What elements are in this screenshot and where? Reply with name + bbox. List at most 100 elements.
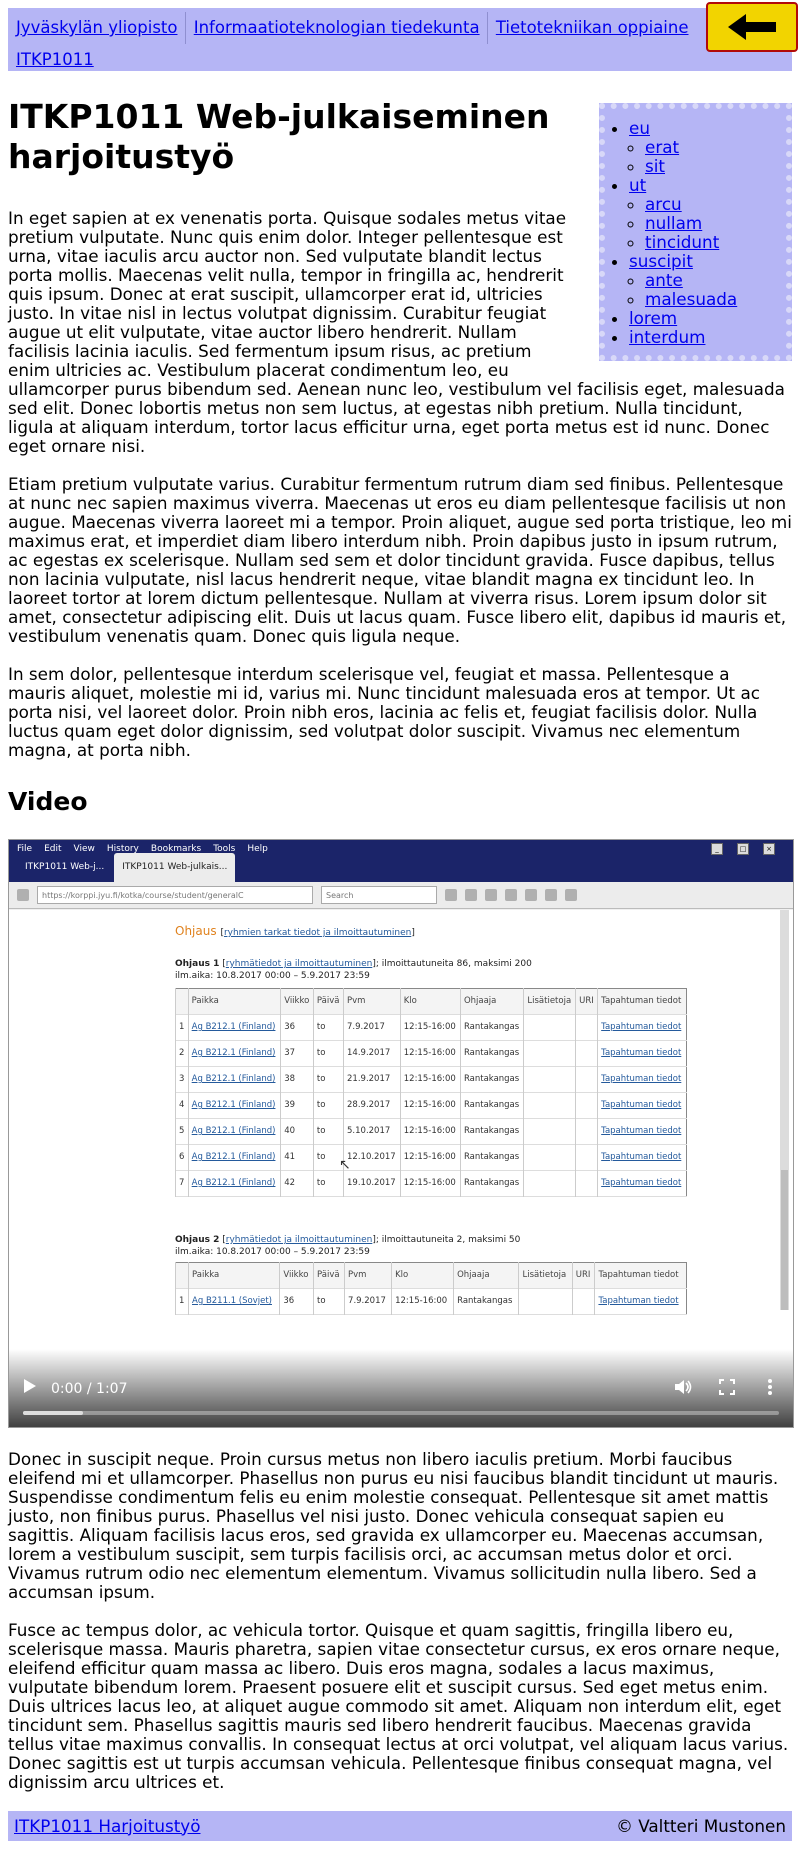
nav-item[interactable]: lorem	[629, 309, 786, 328]
close-icon: ×	[763, 843, 775, 855]
table-cell: 4	[175, 1092, 189, 1119]
table-cell: Rantakangas	[453, 1288, 519, 1315]
table-header-cell: Tapahtuman tiedot	[594, 1262, 687, 1289]
nav-subitem[interactable]: nullam	[645, 214, 786, 233]
group-info: ; ilmoittautuneita 86, maksimi 200	[375, 959, 532, 969]
back-button[interactable]	[706, 2, 798, 52]
group-period: ilm.aika: 10.8.2017 00:00 – 5.9.2017 23:…	[175, 971, 370, 981]
nav-link-eu[interactable]: eu	[629, 118, 650, 138]
breadcrumb-link[interactable]: Informaatioteknologian tiedekunta	[194, 18, 480, 37]
breadcrumb-item-university[interactable]: Jyväskylän yliopisto	[16, 12, 177, 44]
table-header-cell: Klo	[399, 988, 461, 1015]
browser-tabs: ITKP1011 Web-j... ITKP1011 Web-julkais..…	[9, 853, 793, 882]
table-cell: Tapahtuman tiedot	[597, 1118, 687, 1145]
table-header-cell	[174, 1262, 189, 1289]
table-cell: 41	[280, 1144, 314, 1171]
body-paragraph: Donec in suscipit neque. Proin cursus me…	[8, 1449, 779, 1602]
video-player[interactable]: File Edit View History Bookmarks Tools H…	[8, 839, 794, 1428]
nav-subitem[interactable]: malesuada	[645, 290, 786, 309]
table-cell: Tapahtuman tiedot	[597, 1092, 687, 1119]
table-cell: 36	[279, 1288, 314, 1315]
table-header-cell: URI	[571, 1262, 595, 1289]
video-time: 0:00 / 1:07	[51, 1381, 128, 1397]
nav-link-suscipit[interactable]: suscipit	[629, 251, 693, 271]
breadcrumb-link[interactable]: Tietotekniikan oppiaine	[496, 18, 689, 37]
nav-subitem[interactable]: erat	[645, 138, 786, 157]
nav-link-ante[interactable]: ante	[645, 270, 683, 290]
korppi-link: ryhmien tarkat tiedot ja ilmoittautumine…	[223, 928, 412, 938]
nav-subitem[interactable]: sit	[645, 157, 786, 176]
breadcrumb-link[interactable]: ITKP1011	[16, 50, 94, 69]
nav-item[interactable]: eu erat sit	[629, 119, 786, 176]
download-icon	[505, 889, 517, 901]
browser-scrollbar	[780, 910, 789, 1310]
play-icon[interactable]	[23, 1379, 37, 1393]
breadcrumb-item-course[interactable]: ITKP1011	[16, 44, 94, 76]
group-name: Ohjaus 2	[175, 1235, 220, 1245]
breadcrumb-item-faculty[interactable]: Informaatioteknologian tiedekunta	[184, 12, 480, 44]
body-paragraph: Etiam pretium vulputate varius. Curabitu…	[8, 474, 792, 646]
table-cell	[575, 1170, 598, 1197]
nav-item[interactable]: interdum	[629, 328, 786, 347]
reading-list-icon	[465, 889, 477, 901]
breadcrumb-item-department[interactable]: Tietotekniikan oppiaine	[486, 12, 689, 44]
group-period: ilm.aika: 10.8.2017 00:00 – 5.9.2017 23:…	[175, 1247, 370, 1257]
nav-subitem[interactable]: tincidunt	[645, 233, 786, 252]
table-link: Tapahtuman tiedot	[601, 1152, 682, 1162]
breadcrumb-link[interactable]: Jyväskylän yliopisto	[16, 18, 177, 37]
nav-link-erat[interactable]: erat	[645, 137, 679, 157]
group-1-table: Paikka Viikko Päivä Pvm Klo Ohjaaja Lisätietoj…	[175, 988, 687, 1197]
table-cell: Tapahtuman tiedot	[597, 1144, 687, 1171]
table-cell: Ag B211.1 (Sovjet)	[188, 1288, 280, 1315]
nav-link-malesuada[interactable]: malesuada	[645, 289, 737, 309]
group-2-table: Paikka Viikko Päivä Pvm Klo Ohjaaja Lisätietoj…	[174, 1262, 687, 1315]
table-cell	[518, 1288, 573, 1315]
nav-link-nullam[interactable]: nullam	[645, 213, 702, 233]
nav-link-interdum[interactable]: interdum	[629, 327, 705, 347]
window-controls: _ □ ×	[711, 843, 787, 855]
nav-link-sit[interactable]: sit	[645, 156, 665, 176]
group-link: ryhmätiedot ja ilmoittautuminen	[225, 959, 373, 969]
menu-item: Help	[247, 843, 268, 854]
nav-link-ut[interactable]: ut	[629, 175, 646, 195]
table-cell: to	[312, 1066, 344, 1093]
more-options-icon[interactable]	[767, 1378, 773, 1396]
table-cell	[523, 1092, 576, 1119]
nav-link-lorem[interactable]: lorem	[629, 308, 677, 328]
table-cell: 40	[280, 1118, 314, 1145]
video-heading: Video	[8, 787, 88, 816]
table-link: Tapahtuman tiedot	[601, 1022, 682, 1032]
table-cell: Ag B212.1 (Finland)	[187, 1040, 281, 1067]
fullscreen-icon[interactable]	[719, 1379, 735, 1395]
nav-link-arcu[interactable]: arcu	[645, 194, 682, 214]
table-cell	[571, 1288, 595, 1315]
table-cell: 21.9.2017	[343, 1066, 401, 1093]
table-cell: 12:15-16:00	[399, 1066, 461, 1093]
table-cell: Rantakangas	[459, 1040, 524, 1067]
browser-url: https://korppi.jyu.fi/kotka/course/stude…	[37, 886, 313, 904]
table-cell: 12:15-16:00	[391, 1288, 454, 1315]
video-progress-bar[interactable]	[23, 1411, 779, 1415]
browser-tab: ITKP1011 Web-j...	[25, 862, 105, 872]
footer: ITKP1011 Harjoitustyö © Valtteri Mustone…	[8, 1811, 792, 1841]
header-bar: Jyväskylän yliopisto Informaatioteknolog…	[8, 2, 798, 71]
body-paragraph: In sem dolor, pellentesque interdum scel…	[8, 664, 760, 760]
table-cell: 3	[175, 1066, 189, 1093]
hamburger-menu-icon	[565, 889, 577, 901]
table-cell: 12:15-16:00	[399, 1144, 461, 1171]
nav-subitem[interactable]: ante	[645, 271, 786, 290]
nav-link-tincidunt[interactable]: tincidunt	[645, 232, 719, 252]
table-cell: 7.9.2017	[344, 1288, 392, 1315]
table-cell: Rantakangas	[459, 1170, 524, 1197]
browser-toolbar: https://korppi.jyu.fi/kotka/course/stude…	[9, 882, 793, 909]
table-cell: Tapahtuman tiedot	[597, 1170, 687, 1197]
table-link: Ag B212.1 (Finland)	[191, 1022, 276, 1032]
volume-icon[interactable]	[675, 1379, 693, 1395]
footer-link[interactable]: ITKP1011 Harjoitustyö	[14, 1816, 201, 1836]
mouse-cursor-icon: ↖	[339, 1157, 351, 1173]
nav-item[interactable]: ut arcu nullam tincidunt	[629, 176, 786, 252]
table-header-cell: Päivä	[312, 988, 344, 1015]
nav-subitem[interactable]: arcu	[645, 195, 786, 214]
nav-item[interactable]: suscipit ante malesuada	[629, 252, 786, 309]
body-paragraph: Fusce ac tempus dolor, ac vehicula torto…	[8, 1620, 789, 1792]
